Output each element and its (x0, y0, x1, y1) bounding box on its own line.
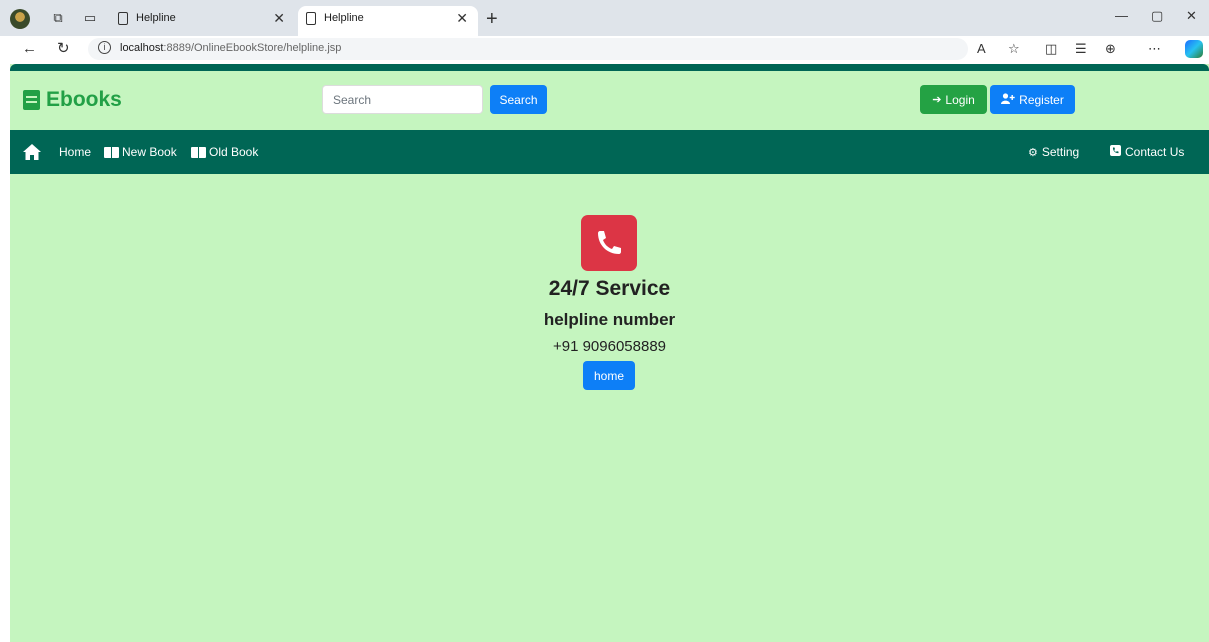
home-button-label: home (593, 368, 625, 383)
top-strip (10, 64, 1209, 71)
tab-title: Helpline (136, 12, 176, 24)
split-screen-icon[interactable]: ◫ (1045, 40, 1057, 58)
brand-name: Ebooks (46, 88, 122, 111)
copilot-icon[interactable] (1185, 40, 1203, 58)
main-navbar: Home New Book Old Book ⚙ Setting Contact… (10, 130, 1209, 174)
read-aloud-icon[interactable]: A (977, 40, 986, 58)
phone-square-icon (1110, 145, 1121, 159)
book-icon (23, 90, 40, 110)
user-plus-icon (1001, 92, 1015, 107)
url-host: localhost (120, 42, 164, 54)
url-path: :8889/OnlineEbookStore/helpline.jsp (163, 42, 342, 54)
site-info-icon[interactable]: i (98, 41, 111, 54)
refresh-icon[interactable]: ↻ (57, 40, 70, 58)
profile-avatar[interactable] (10, 9, 30, 29)
browser-tab-bar: ⧉ ▭ Helpline ✕ Helpline ✕ + — ▢ ✕ (0, 0, 1209, 36)
cogs-icon: ⚙ (1028, 146, 1038, 159)
phone-icon (581, 215, 637, 271)
close-tab-icon[interactable]: ✕ (273, 6, 285, 30)
nav-old-book-link[interactable]: Old Book (191, 130, 258, 174)
close-tab-icon[interactable]: ✕ (456, 6, 468, 30)
tab-actions-icon[interactable]: ▭ (82, 10, 98, 26)
search-button-label: Search (499, 92, 538, 107)
register-label: Register (1019, 92, 1064, 107)
login-button[interactable]: ➔ Login (920, 85, 987, 114)
nav-setting-label: Setting (1041, 145, 1080, 159)
favorite-star-icon[interactable]: ☆ (1008, 40, 1020, 58)
open-book-icon (104, 146, 119, 158)
page-icon (118, 12, 128, 25)
nav-new-book-label: New Book (122, 145, 177, 159)
brand-logo[interactable]: Ebooks (23, 87, 122, 113)
home-button[interactable]: home (583, 361, 635, 390)
address-bar: ← ↻ i localhost:8889/OnlineEbookStore/he… (0, 36, 1209, 62)
open-book-icon (191, 146, 206, 158)
nav-contact-link[interactable]: Contact Us (1110, 130, 1184, 174)
nav-contact-label: Contact Us (1125, 145, 1185, 159)
register-button[interactable]: Register (990, 85, 1075, 114)
nav-new-book-link[interactable]: New Book (104, 130, 177, 174)
nav-home-link[interactable]: Home (59, 130, 91, 174)
collections-icon[interactable]: ⊕ (1105, 40, 1116, 58)
phone-number: +91 9096058889 (552, 338, 667, 355)
url-field[interactable]: i localhost:8889/OnlineEbookStore/helpli… (88, 38, 968, 60)
new-tab-button[interactable]: + (486, 7, 498, 31)
service-title: 24/7 Service (548, 277, 671, 300)
nav-home-label: Home (59, 145, 92, 159)
helpline-label: helpline number (543, 310, 676, 329)
search-button[interactable]: Search (490, 85, 547, 114)
page-content: Ebooks Search ➔ Login Register Home New … (10, 64, 1209, 642)
login-label: Login (945, 92, 975, 107)
close-window-icon[interactable]: ✕ (1186, 8, 1197, 24)
search-input[interactable] (322, 85, 483, 114)
restore-icon[interactable]: ▢ (1151, 8, 1163, 24)
browser-tab-2[interactable]: Helpline ✕ (298, 6, 478, 36)
url-text: localhost:8889/OnlineEbookStore/helpline… (120, 42, 341, 54)
more-options-icon[interactable]: ⋯ (1148, 40, 1161, 58)
collections-icon[interactable]: ⧉ (50, 10, 66, 26)
page-icon (306, 12, 316, 25)
home-icon[interactable] (23, 144, 41, 160)
nav-old-book-label: Old Book (209, 145, 259, 159)
favorites-icon[interactable]: ☰ (1075, 40, 1087, 58)
sign-in-icon: ➔ (932, 94, 942, 106)
minimize-icon[interactable]: — (1115, 8, 1128, 23)
browser-tab-1[interactable]: Helpline ✕ (110, 6, 295, 36)
back-icon[interactable]: ← (22, 40, 37, 58)
nav-setting-link[interactable]: ⚙ Setting (1028, 130, 1079, 174)
tab-title: Helpline (324, 12, 364, 24)
